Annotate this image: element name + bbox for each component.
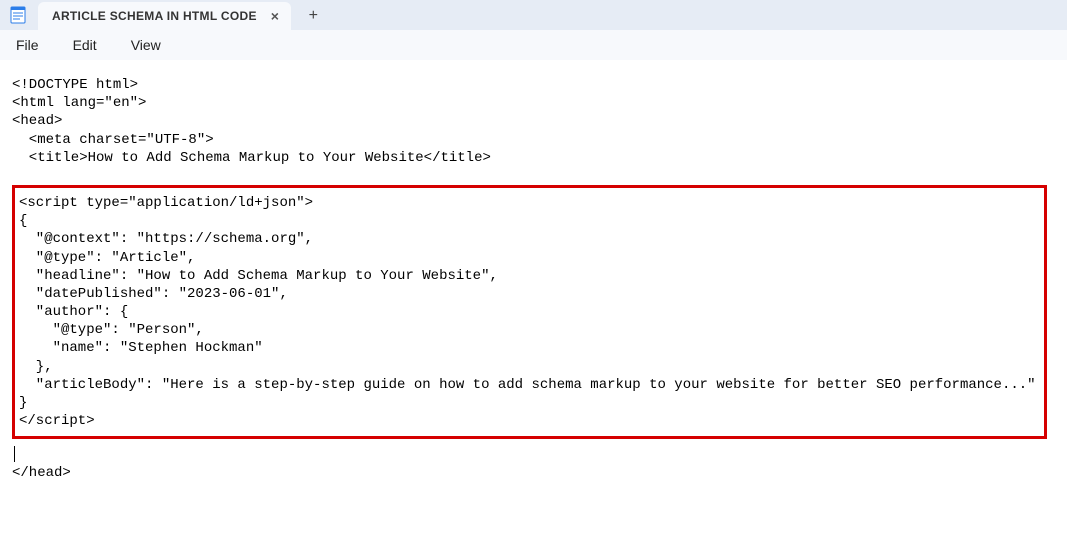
- tab-title: ARTICLE SCHEMA IN HTML CODE: [52, 9, 257, 23]
- code-pre: <!DOCTYPE html> <html lang="en"> <head> …: [12, 77, 491, 166]
- code-editor[interactable]: <!DOCTYPE html> <html lang="en"> <head> …: [0, 60, 1067, 559]
- text-cursor: [14, 446, 15, 462]
- titlebar: ARTICLE SCHEMA IN HTML CODE × +: [0, 0, 1067, 30]
- editor-window: ARTICLE SCHEMA IN HTML CODE × + File Edi…: [0, 0, 1067, 559]
- close-icon[interactable]: ×: [271, 9, 279, 23]
- menu-edit[interactable]: Edit: [69, 35, 101, 55]
- menu-view[interactable]: View: [127, 35, 165, 55]
- highlight-box: <script type="application/ld+json"> { "@…: [12, 185, 1047, 439]
- new-tab-button[interactable]: +: [299, 2, 327, 30]
- code-boxed: <script type="application/ld+json"> { "@…: [19, 195, 1036, 429]
- document-tab[interactable]: ARTICLE SCHEMA IN HTML CODE ×: [38, 2, 291, 30]
- plus-icon: +: [309, 7, 318, 25]
- menu-file[interactable]: File: [12, 35, 43, 55]
- code-post: </head>: [12, 465, 71, 481]
- menubar: File Edit View: [0, 30, 1067, 60]
- notepad-icon: [8, 5, 28, 25]
